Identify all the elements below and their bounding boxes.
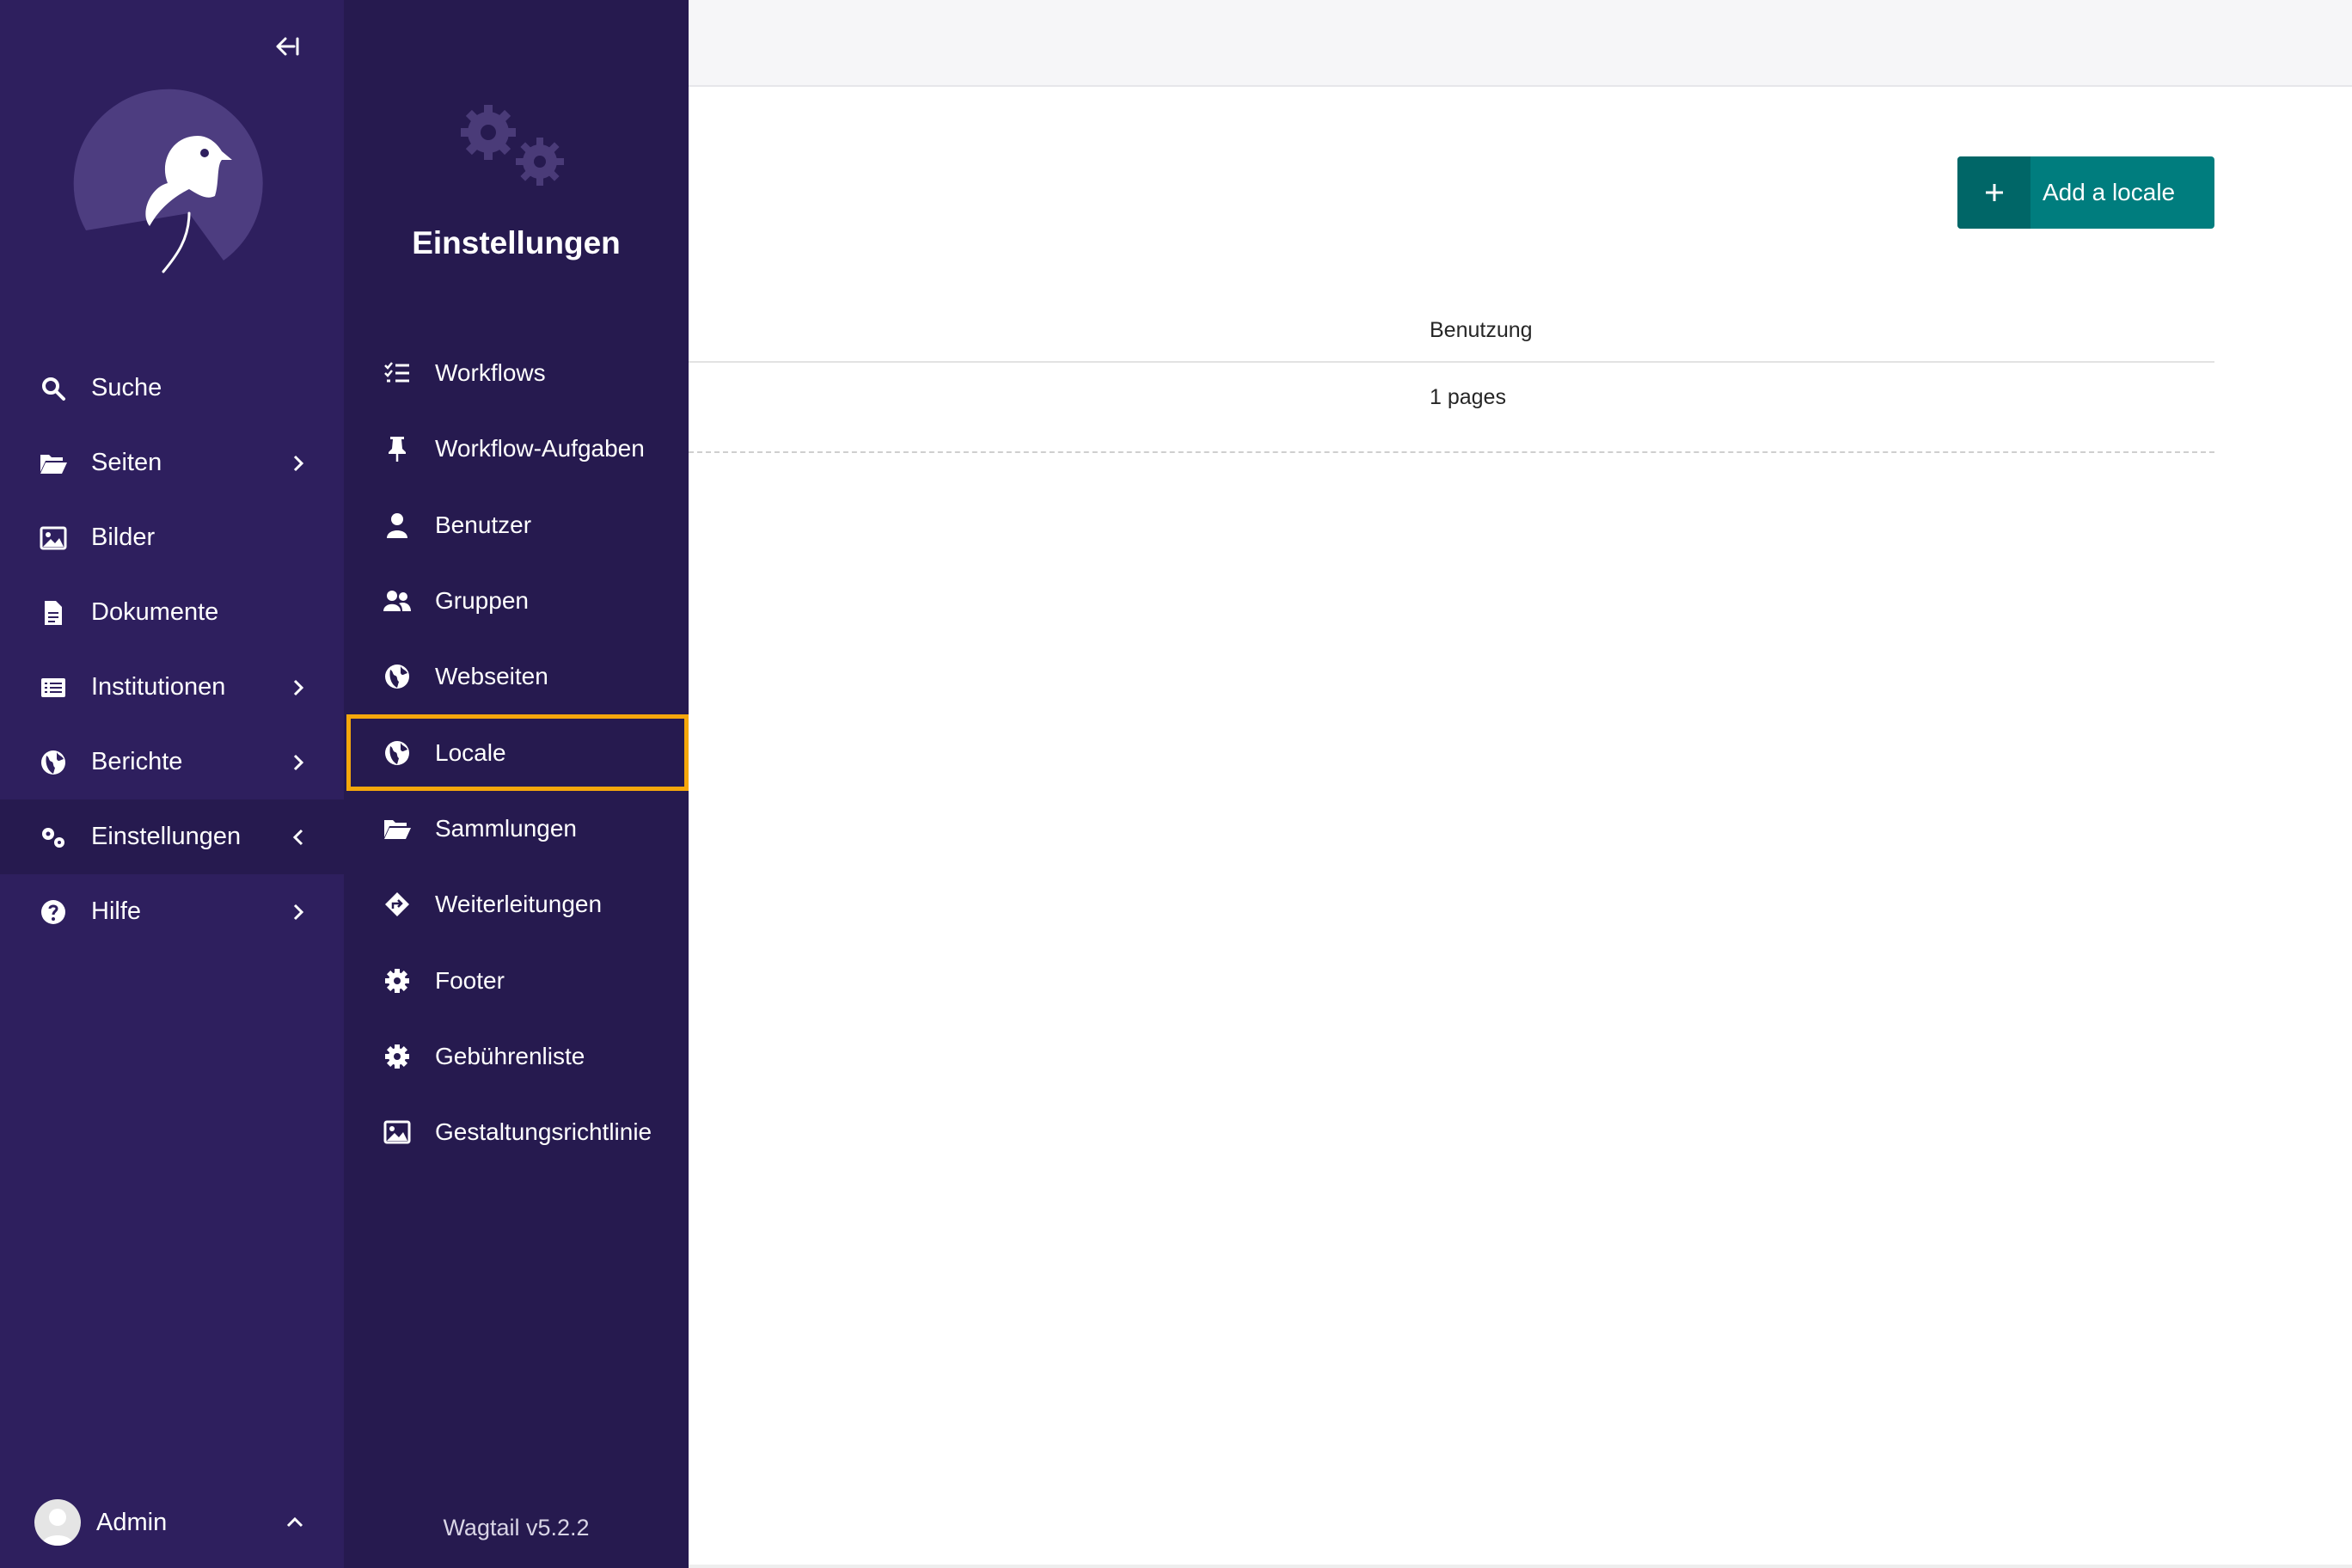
menu-item-label: Seiten — [91, 449, 162, 476]
menu-item-dokumente[interactable]: Dokumente — [0, 575, 344, 650]
globe-icon — [382, 661, 413, 692]
search-icon — [38, 373, 69, 404]
avatar — [34, 1499, 81, 1546]
submenu-item-label: Gebührenliste — [435, 1042, 585, 1069]
folder-open-icon — [382, 813, 413, 844]
submenu-item-label: Locale — [435, 738, 506, 766]
submenu-item-gebuehrenliste[interactable]: Gebührenliste — [344, 1019, 689, 1094]
collapse-arrow-icon — [276, 37, 299, 56]
menu-item-institutionen[interactable]: Institutionen — [0, 650, 344, 725]
image-icon — [382, 1117, 413, 1148]
usage-cell: 1 pages — [1430, 385, 1506, 409]
account-name: Admin — [96, 1508, 168, 1536]
group-icon — [382, 585, 413, 616]
table-header-row: Benutzung — [689, 301, 2214, 363]
account-menu[interactable]: Admin — [0, 1485, 344, 1559]
cogs-icon — [38, 822, 69, 853]
submenu-list: Workflows Workflow-Aufgaben Benutzer Gru… — [344, 335, 689, 1170]
submenu-item-label: Footer — [435, 966, 505, 994]
add-locale-label: Add a locale — [2043, 179, 2176, 205]
submenu-item-gruppen[interactable]: Gruppen — [344, 563, 689, 639]
default-avatar-icon — [41, 1509, 74, 1546]
thumbtack-icon — [382, 433, 413, 464]
menu-item-label: Suche — [91, 374, 162, 401]
chevron-right-icon — [285, 675, 311, 701]
submenu-item-weiterleitungen[interactable]: Weiterleitungen — [344, 867, 689, 942]
column-header-usage[interactable]: Benutzung — [1430, 318, 1533, 343]
plus-icon — [1957, 156, 2030, 229]
menu-item-label: Berichte — [91, 748, 183, 775]
submenu-item-workflows[interactable]: Workflows — [344, 335, 689, 411]
submenu-item-label: Gestaltungsrichtlinie — [435, 1118, 652, 1146]
cog-icon — [382, 1041, 413, 1072]
list-icon — [38, 672, 69, 703]
menu-item-label: Einstellungen — [91, 823, 242, 850]
settings-submenu: Einstellungen Workflows Workflow-Aufgabe… — [344, 0, 689, 1568]
chevron-up-icon — [282, 1510, 308, 1535]
cogs-icon — [456, 100, 576, 194]
user-icon — [382, 510, 413, 541]
tasks-icon — [382, 358, 413, 389]
menu-item-berichte[interactable]: Berichte — [0, 725, 344, 799]
submenu-item-locale[interactable]: Locale — [346, 714, 689, 791]
menu-item-label: Dokumente — [91, 598, 219, 626]
primary-sidebar: Suche Seiten Bilder Dokumente Institutio… — [0, 0, 344, 1568]
submenu-item-gestaltungsrichtlinie[interactable]: Gestaltungsrichtlinie — [344, 1094, 689, 1170]
submenu-item-label: Workflows — [435, 359, 546, 387]
menu-item-label: Bilder — [91, 524, 156, 551]
submenu-item-label: Webseiten — [435, 663, 548, 690]
locales-table: Benutzung 1 pages — [689, 301, 2214, 453]
globe-icon — [382, 738, 413, 769]
menu-item-label: Institutionen — [91, 673, 226, 701]
submenu-item-webseiten[interactable]: Webseiten — [344, 639, 689, 714]
submenu-item-sammlungen[interactable]: Sammlungen — [344, 791, 689, 867]
cog-icon — [382, 965, 413, 996]
submenu-item-footer[interactable]: Footer — [344, 942, 689, 1018]
chevron-right-icon — [285, 899, 311, 925]
submenu-item-label: Sammlungen — [435, 814, 577, 842]
menu-item-hilfe[interactable]: Hilfe — [0, 874, 344, 949]
globe-icon — [38, 747, 69, 778]
folder-open-icon — [38, 448, 69, 479]
document-icon — [38, 597, 69, 628]
menu-item-suche[interactable]: Suche — [0, 351, 344, 426]
wagtail-version: Wagtail v5.2.2 — [443, 1515, 590, 1540]
chevron-left-icon — [285, 824, 311, 850]
top-bar — [689, 0, 2352, 87]
add-locale-button[interactable]: Add a locale — [1957, 156, 2214, 229]
submenu-item-label: Benutzer — [435, 511, 532, 538]
redirect-icon — [382, 889, 413, 920]
menu-item-bilder[interactable]: Bilder — [0, 500, 344, 575]
content-bottom-edge — [689, 1565, 2352, 1568]
submenu-item-workflow-aufgaben[interactable]: Workflow-Aufgaben — [344, 411, 689, 487]
submenu-item-benutzer[interactable]: Benutzer — [344, 487, 689, 563]
submenu-item-label: Gruppen — [435, 587, 529, 615]
help-icon — [38, 897, 69, 928]
menu-item-label: Hilfe — [91, 897, 142, 925]
chevron-right-icon — [285, 750, 311, 775]
menu-item-einstellungen[interactable]: Einstellungen — [0, 799, 344, 874]
collapse-sidebar-button[interactable] — [268, 28, 306, 65]
image-icon — [38, 523, 69, 554]
wagtail-logo[interactable] — [69, 84, 275, 291]
menu-item-seiten[interactable]: Seiten — [0, 426, 344, 500]
submenu-item-label: Weiterleitungen — [435, 891, 603, 918]
submenu-title: Einstellungen — [412, 225, 621, 260]
table-row[interactable]: 1 pages — [689, 363, 2214, 453]
main-menu: Suche Seiten Bilder Dokumente Institutio… — [0, 351, 344, 949]
wagtail-bird-icon — [73, 89, 263, 273]
chevron-right-icon — [285, 450, 311, 476]
submenu-item-label: Workflow-Aufgaben — [435, 435, 645, 462]
